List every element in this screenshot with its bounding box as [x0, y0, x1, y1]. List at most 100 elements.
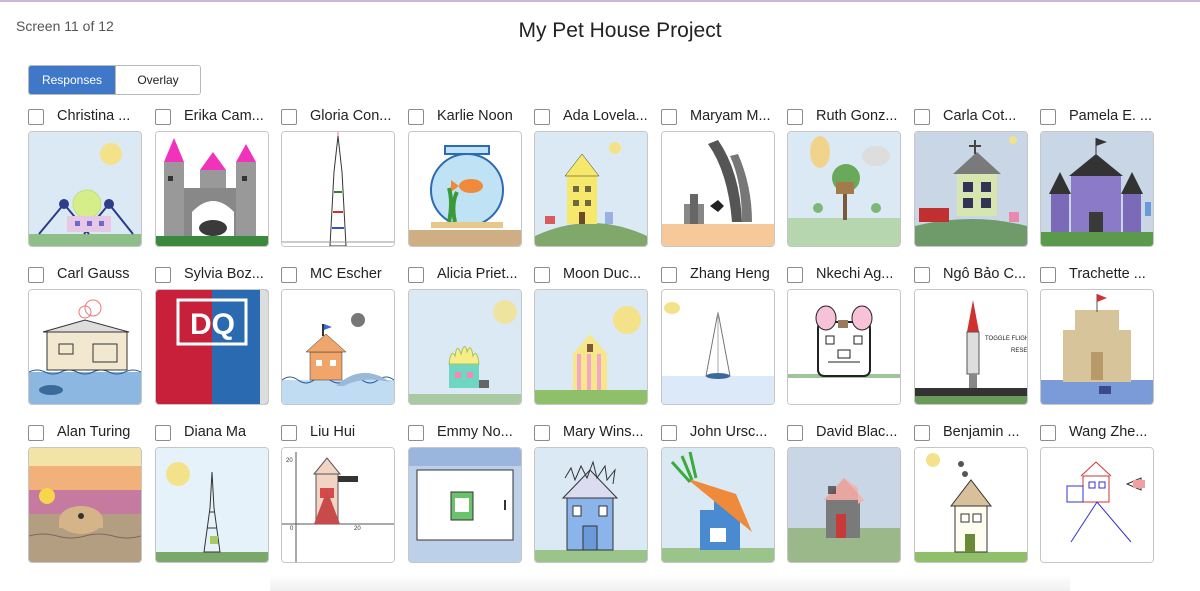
response-thumbnail[interactable] — [661, 289, 775, 405]
responses-tab[interactable]: Responses — [29, 66, 115, 94]
select-checkbox[interactable] — [914, 425, 930, 441]
student-name: Karlie Noon — [437, 108, 513, 124]
student-card: Moon Duc... — [534, 264, 650, 414]
select-checkbox[interactable] — [28, 425, 44, 441]
response-thumbnail[interactable] — [661, 131, 775, 247]
select-checkbox[interactable] — [1040, 425, 1056, 441]
select-checkbox[interactable] — [661, 425, 677, 441]
student-card: Mary Wins... — [534, 422, 650, 572]
select-checkbox[interactable] — [914, 109, 930, 125]
drawing-castle-pink — [156, 132, 268, 246]
drawing-blue-house — [535, 448, 647, 562]
student-name: Moon Duc... — [563, 266, 642, 282]
student-card: Liu Hui 20 0 20 — [281, 422, 397, 572]
drawing-orange-house-sea — [282, 290, 394, 404]
overlay-tab[interactable]: Overlay — [115, 66, 200, 94]
select-checkbox[interactable] — [661, 109, 677, 125]
student-name: Nkechi Ag... — [816, 266, 894, 282]
drawing-beach-house — [29, 290, 141, 404]
select-checkbox[interactable] — [534, 267, 550, 283]
drawing-mouse-house — [788, 290, 900, 404]
response-thumbnail[interactable] — [661, 447, 775, 563]
student-card: Ruth Gonz... — [787, 106, 903, 256]
select-checkbox[interactable] — [155, 109, 171, 125]
page-title: My Pet House Project — [518, 19, 722, 42]
response-thumbnail[interactable] — [914, 447, 1028, 563]
view-toggle: Responses Overlay — [28, 65, 201, 95]
select-checkbox[interactable] — [787, 425, 803, 441]
select-checkbox[interactable] — [281, 267, 297, 283]
response-thumbnail[interactable] — [534, 447, 648, 563]
student-card: Karlie Noon — [408, 106, 524, 256]
response-thumbnail[interactable] — [787, 131, 901, 247]
student-name: Gloria Con... — [310, 108, 392, 124]
response-thumbnail[interactable] — [28, 289, 142, 405]
select-checkbox[interactable] — [1040, 109, 1056, 125]
student-card: Benjamin ... — [914, 422, 1030, 572]
student-name: Alan Turing — [57, 424, 131, 440]
select-checkbox[interactable] — [28, 267, 44, 283]
select-checkbox[interactable] — [534, 109, 550, 125]
drawing-graph-house: 200 20 — [282, 448, 394, 562]
response-thumbnail[interactable] — [1040, 289, 1154, 405]
scroll-fade — [270, 574, 1070, 591]
response-thumbnail[interactable] — [534, 289, 648, 405]
response-thumbnail[interactable] — [28, 447, 142, 563]
drawing-striped-house — [535, 290, 647, 404]
student-name: Zhang Heng — [690, 266, 770, 282]
response-thumbnail[interactable]: 20 0 20 — [281, 447, 395, 563]
select-checkbox[interactable] — [1040, 267, 1056, 283]
drawing-rocket: TOGGLE FLIGH RESE — [915, 290, 1027, 404]
response-thumbnail[interactable] — [408, 131, 522, 247]
student-name: Ngô Bảo C... — [943, 266, 1027, 282]
select-checkbox[interactable] — [281, 425, 297, 441]
select-checkbox[interactable] — [914, 267, 930, 283]
response-thumbnail[interactable] — [28, 131, 142, 247]
response-thumbnail[interactable] — [155, 447, 269, 563]
student-name: Mary Wins... — [563, 424, 644, 440]
drawing-line-house — [1041, 448, 1153, 562]
student-name: Liu Hui — [310, 424, 356, 440]
response-thumbnail[interactable] — [155, 131, 269, 247]
student-card: Alan Turing — [28, 422, 144, 572]
select-checkbox[interactable] — [28, 109, 44, 125]
response-thumbnail[interactable] — [408, 447, 522, 563]
select-checkbox[interactable] — [534, 425, 550, 441]
student-card: Nkechi Ag... — [787, 264, 903, 414]
response-thumbnail[interactable]: DQ — [155, 289, 269, 405]
response-thumbnail[interactable] — [914, 131, 1028, 247]
drawing-purple-castle — [1041, 132, 1153, 246]
select-checkbox[interactable] — [155, 425, 171, 441]
response-thumbnail[interactable] — [281, 289, 395, 405]
select-checkbox[interactable] — [155, 267, 171, 283]
select-checkbox[interactable] — [787, 267, 803, 283]
select-checkbox[interactable] — [281, 109, 297, 125]
student-card: MC Escher — [281, 264, 397, 414]
student-name: Ada Lovela... — [563, 108, 648, 124]
response-thumbnail[interactable] — [408, 289, 522, 405]
drawing-treehouse — [788, 132, 900, 246]
drawing-flame-house — [409, 290, 521, 404]
response-thumbnail[interactable] — [1040, 447, 1154, 563]
student-card: Pamela E. ... — [1040, 106, 1156, 256]
student-card: Maryam M... — [661, 106, 777, 256]
student-card: Carl Gauss — [28, 264, 144, 414]
response-thumbnail[interactable] — [787, 447, 901, 563]
drawing-dq-sign: DQ — [156, 290, 268, 404]
select-checkbox[interactable] — [408, 425, 424, 441]
select-checkbox[interactable] — [408, 109, 424, 125]
rocket-reset-label: RESE — [1011, 348, 1027, 354]
response-thumbnail[interactable]: TOGGLE FLIGH RESE — [914, 289, 1028, 405]
rocket-toggle-label: TOGGLE FLIGH — [985, 336, 1027, 342]
response-thumbnail[interactable] — [281, 131, 395, 247]
response-thumbnail[interactable] — [534, 131, 648, 247]
student-name: John Ursc... — [690, 424, 768, 440]
drawing-eiffel — [156, 448, 268, 562]
response-thumbnail[interactable] — [787, 289, 901, 405]
select-checkbox[interactable] — [408, 267, 424, 283]
student-name: Pamela E. ... — [1069, 108, 1153, 124]
select-checkbox[interactable] — [661, 267, 677, 283]
response-thumbnail[interactable] — [1040, 131, 1154, 247]
student-name: Christina ... — [57, 108, 131, 124]
select-checkbox[interactable] — [787, 109, 803, 125]
